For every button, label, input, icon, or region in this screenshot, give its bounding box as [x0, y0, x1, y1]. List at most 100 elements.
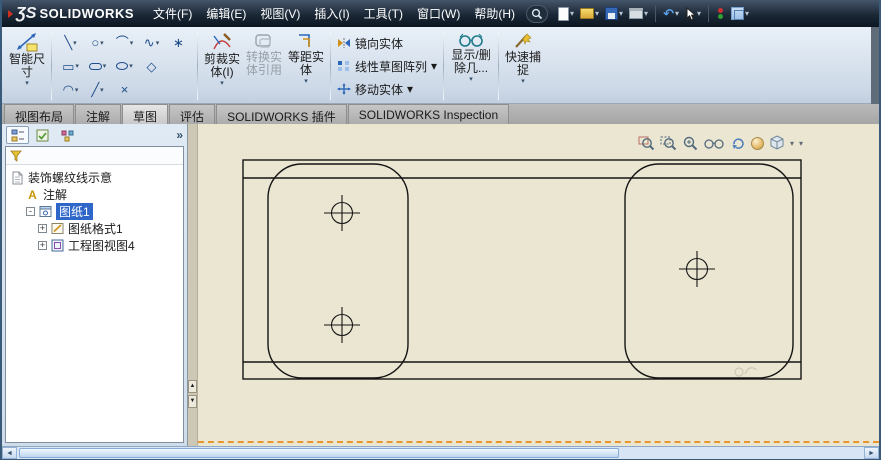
- dropdown-caret[interactable]: ▾: [570, 9, 574, 18]
- display-delete-relations-button[interactable]: 显示/删除几... ▾: [447, 30, 495, 102]
- scrollbar-thumb[interactable]: [19, 448, 619, 458]
- search-icon[interactable]: [526, 4, 548, 23]
- move-entities-button[interactable]: 移动实体 ▾: [337, 79, 437, 100]
- options-button[interactable]: ▾: [729, 6, 751, 21]
- dropdown-caret[interactable]: ▾: [675, 9, 679, 18]
- mirror-entities-button[interactable]: 镜向实体: [337, 33, 437, 54]
- trim-entities-icon: [213, 33, 231, 50]
- quick-snaps-button[interactable]: 快速捕捉 ▾: [502, 30, 544, 102]
- menu-edit[interactable]: 编辑(E): [199, 0, 253, 27]
- menu-window[interactable]: 窗口(W): [410, 0, 467, 27]
- tab-sketch[interactable]: 草图: [122, 104, 169, 124]
- dropdown-caret[interactable]: ▾: [100, 39, 104, 47]
- centerline-tool[interactable]: ╱ ▾: [84, 83, 111, 96]
- drawing-view-geometry[interactable]: [198, 124, 879, 446]
- annotations-label[interactable]: 注解: [43, 186, 67, 203]
- scroll-right-button[interactable]: ►: [864, 447, 879, 459]
- drawing-view-label[interactable]: 工程图视图4: [68, 237, 135, 254]
- horizontal-scrollbar[interactable]: ◄ ►: [2, 446, 879, 459]
- save-button[interactable]: ▾: [603, 6, 625, 21]
- arc-tool[interactable]: ⌒ ▾: [111, 36, 138, 49]
- sheet-format-label[interactable]: 图纸格式1: [68, 220, 123, 237]
- propertymanager-tab[interactable]: [31, 126, 54, 144]
- expand-expander[interactable]: +: [38, 241, 47, 250]
- point-tool[interactable]: ∗: [165, 36, 192, 49]
- dropdown-caret[interactable]: ▾: [156, 39, 160, 47]
- trim-entities-button[interactable]: 剪裁实体(I) ▾: [201, 30, 243, 102]
- circle-tool[interactable]: ○ ▾: [84, 36, 111, 49]
- ellipse-tool[interactable]: ▾: [111, 62, 138, 70]
- tree-row-root[interactable]: 装饰螺纹线示意: [6, 169, 183, 186]
- dropdown-caret[interactable]: ▾: [697, 9, 701, 18]
- erase-tool[interactable]: ×: [111, 83, 138, 96]
- convert-entities-button[interactable]: 转换实体引用: [243, 30, 285, 102]
- dropdown-caret[interactable]: ▾: [304, 78, 308, 85]
- rectangle-tool[interactable]: ▭ ▾: [57, 60, 84, 73]
- scroll-down-button[interactable]: ▼: [188, 395, 197, 408]
- configurationmanager-tab[interactable]: [56, 126, 79, 144]
- dropdown-caret[interactable]: ▾: [644, 9, 648, 18]
- dropdown-caret[interactable]: ▾: [595, 9, 599, 18]
- dropdown-caret[interactable]: ▾: [469, 76, 473, 83]
- spline-tool[interactable]: ∿ ▾: [138, 36, 165, 49]
- tree-row-drawing-view[interactable]: + 工程图视图4: [6, 237, 183, 254]
- menu-file[interactable]: 文件(F): [146, 0, 199, 27]
- tree-row-annotations[interactable]: A 注解: [6, 186, 183, 203]
- fillet-tool[interactable]: ◠ ▾: [57, 83, 84, 96]
- panel-splitter-strip[interactable]: ▲ ▼: [188, 124, 198, 446]
- polygon-tool[interactable]: ◇: [138, 60, 165, 73]
- pattern-tools-column: 镜向实体 线性草图阵列 ▾ 移动实体 ▾: [334, 30, 440, 102]
- ribbon-divider: [197, 32, 198, 100]
- dropdown-caret[interactable]: ▾: [75, 62, 79, 70]
- undo-button[interactable]: ↶ ▾: [661, 7, 681, 21]
- dropdown-caret[interactable]: ▾: [130, 39, 134, 47]
- dropdown-caret[interactable]: ▾: [75, 86, 79, 94]
- slot-tool[interactable]: ▾: [84, 62, 111, 70]
- tree-root-label[interactable]: 装饰螺纹线示意: [28, 169, 112, 186]
- featuremanager-tab[interactable]: [6, 126, 29, 144]
- new-document-button[interactable]: ▾: [556, 6, 576, 22]
- drawing-canvas[interactable]: ▾ ▾: [198, 124, 879, 446]
- dropdown-caret[interactable]: ▾: [100, 86, 104, 94]
- rebuild-button[interactable]: [714, 7, 727, 20]
- tree-filter-row[interactable]: [6, 147, 183, 165]
- tab-annotation[interactable]: 注解: [75, 104, 122, 124]
- offset-entities-icon: [299, 34, 310, 47]
- sheet-boundary-dashed: [198, 441, 879, 443]
- dropdown-caret[interactable]: ▾: [619, 9, 623, 18]
- select-button[interactable]: ▾: [683, 6, 703, 22]
- tab-evaluate[interactable]: 评估: [169, 104, 216, 124]
- offset-entities-button[interactable]: 等距实体 ▾: [285, 30, 327, 102]
- dropdown-caret[interactable]: ▾: [129, 62, 133, 70]
- print-button[interactable]: ▾: [627, 7, 650, 20]
- dropdown-caret[interactable]: ▾: [521, 78, 525, 85]
- tab-view-layout[interactable]: 视图布局: [4, 104, 75, 124]
- dropdown-caret[interactable]: ▾: [73, 39, 77, 47]
- menu-insert[interactable]: 插入(I): [307, 0, 356, 27]
- configurationmanager-icon: [61, 130, 74, 141]
- dropdown-caret[interactable]: ▾: [220, 80, 224, 87]
- tree-row-sheet-format[interactable]: + 图纸格式1: [6, 220, 183, 237]
- dropdown-caret[interactable]: ▾: [431, 59, 437, 73]
- panel-overflow-chevron[interactable]: »: [176, 128, 183, 142]
- dropdown-caret[interactable]: ▾: [25, 80, 29, 87]
- scroll-up-button[interactable]: ▲: [188, 380, 197, 393]
- scroll-left-button[interactable]: ◄: [2, 447, 17, 459]
- line-tool[interactable]: ╲ ▾: [57, 36, 84, 49]
- dropdown-caret[interactable]: ▾: [407, 82, 413, 96]
- tab-solidworks-inspection[interactable]: SOLIDWORKS Inspection: [347, 104, 510, 124]
- menu-view[interactable]: 视图(V): [253, 0, 307, 27]
- tab-solidworks-addins[interactable]: SOLIDWORKS 插件: [216, 104, 347, 124]
- menu-tools[interactable]: 工具(T): [357, 0, 410, 27]
- tree-row-sheet1[interactable]: - 图纸1: [6, 203, 183, 220]
- collapse-expander[interactable]: -: [26, 207, 35, 216]
- smart-dimension-button[interactable]: 智能尺寸 ▾: [6, 30, 48, 102]
- linear-sketch-pattern-button[interactable]: 线性草图阵列 ▾: [337, 56, 437, 77]
- dropdown-caret[interactable]: ▾: [745, 9, 749, 18]
- undo-icon: ↶: [663, 5, 674, 21]
- sheet1-label[interactable]: 图纸1: [56, 203, 93, 220]
- expand-expander[interactable]: +: [38, 224, 47, 233]
- dropdown-caret[interactable]: ▾: [103, 62, 107, 70]
- menu-help[interactable]: 帮助(H): [467, 0, 522, 27]
- open-button[interactable]: ▾: [578, 7, 601, 20]
